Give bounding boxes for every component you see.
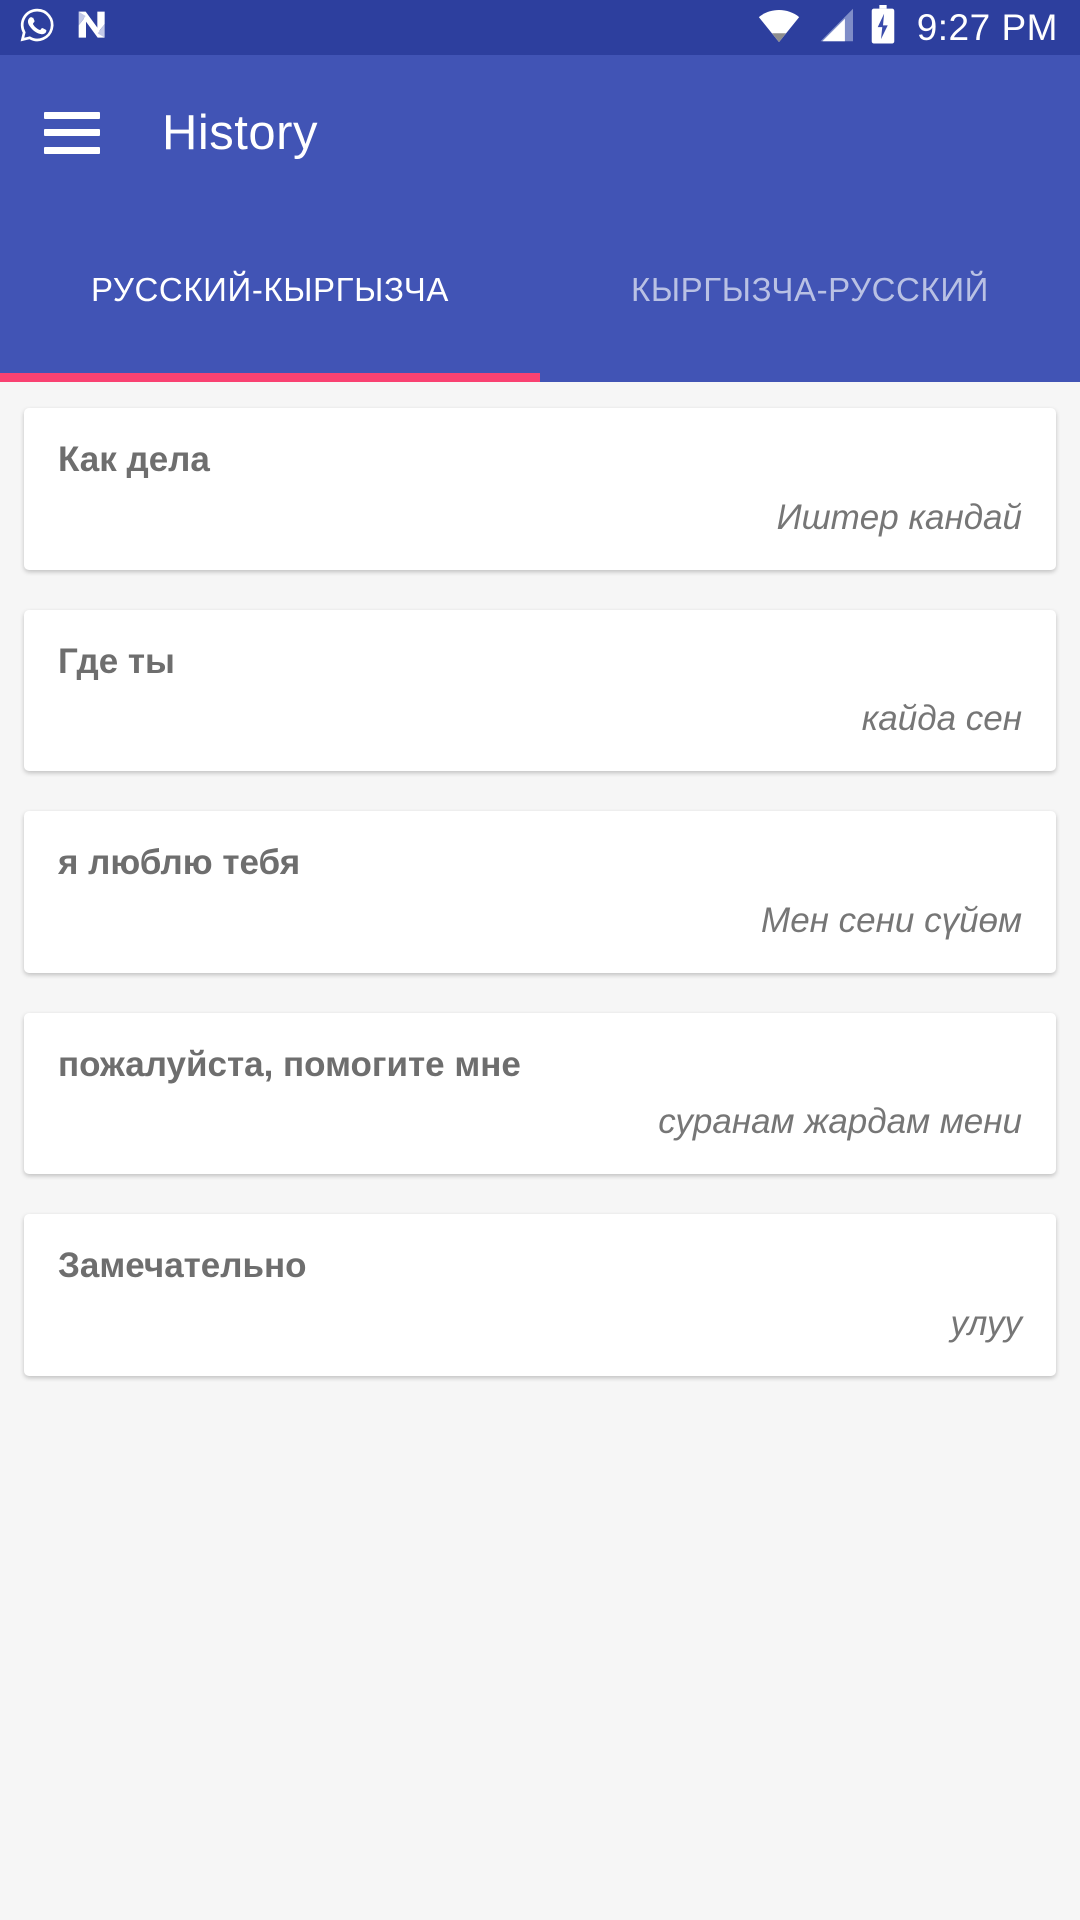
history-target-text: кайда сен [861, 699, 1022, 739]
tab-russian-kyrgyz[interactable]: РУССКИЙ-КЫРГЫЗЧА [0, 210, 540, 382]
history-item[interactable]: пожалуйста, помогите мне суранам жардам … [24, 1012, 1056, 1174]
tab-label: РУССКИЙ-КЫРГЫЗЧА [91, 271, 449, 308]
status-bar-clock: 9:27 PM [916, 7, 1058, 48]
history-target-text: суранам жардам мени [658, 1102, 1022, 1142]
status-bar: 9:27 PM [0, 0, 1080, 55]
history-source-text: Замечательно [58, 1246, 307, 1285]
history-source-text: Где ты [58, 641, 175, 681]
tab-bar: РУССКИЙ-КЫРГЫЗЧА КЫРГЫЗЧА-РУССКИЙ [0, 210, 1080, 382]
history-item[interactable]: Где ты кайда сен [24, 609, 1056, 771]
hamburger-menu-icon[interactable] [44, 111, 100, 154]
hamburger-bar-2 [44, 129, 100, 136]
history-item[interactable]: Замечательно улуу [24, 1214, 1056, 1376]
history-source-text: я люблю тебя [58, 843, 301, 882]
wifi-icon [757, 7, 801, 48]
history-item[interactable]: я люблю тебя Мен сени сүйөм [24, 811, 1056, 973]
hamburger-bar-1 [44, 111, 100, 119]
history-item[interactable]: Как дела Иштер кандай [24, 408, 1056, 570]
android-nougat-icon [72, 5, 112, 50]
history-target-text: Иштер кандай [776, 497, 1022, 537]
history-source-text: пожалуйста, помогите мне [58, 1044, 521, 1084]
history-target-text: улуу [950, 1303, 1022, 1343]
tab-label: КЫРГЫЗЧА-РУССКИЙ [631, 271, 989, 308]
app-toolbar: History [0, 55, 1080, 210]
page-title: History [162, 105, 318, 160]
battery-charging-icon [869, 5, 897, 50]
whatsapp-icon [18, 6, 56, 49]
cellular-signal-icon [815, 7, 855, 48]
history-target-text: Мен сени сүйөм [761, 900, 1022, 940]
status-bar-right-icons: 9:27 PM [757, 5, 1058, 50]
history-source-text: Как дела [58, 440, 210, 479]
status-bar-left-icons [18, 5, 112, 50]
history-list[interactable]: Как дела Иштер кандай Где ты кайда сен я… [0, 382, 1080, 1920]
tab-selection-indicator [0, 373, 540, 382]
tab-kyrgyz-russian[interactable]: КЫРГЫЗЧА-РУССКИЙ [540, 210, 1080, 382]
hamburger-bar-3 [44, 146, 100, 154]
